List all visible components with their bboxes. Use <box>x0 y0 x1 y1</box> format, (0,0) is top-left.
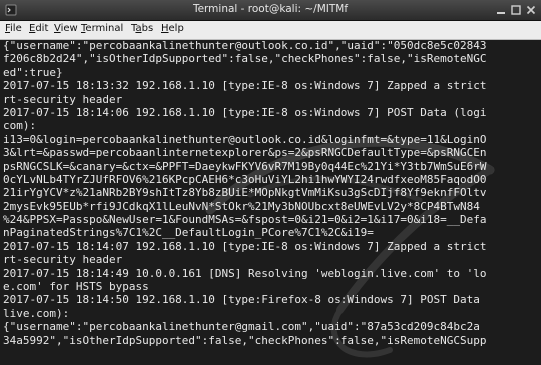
terminal-line: 21irYgYCV*z%21aNRb2BY9shItTz8Yb8zBUiE*MO… <box>3 186 487 200</box>
terminal-line: e.com' for HSTS bypass <box>3 280 149 294</box>
terminal-line: 3&lrt=&passwd=percobaanlinternetexplorer… <box>3 146 487 160</box>
terminal-line: psRNGCSLK=&canary=&ctx=&PPFT=DaeykwFKYV6… <box>3 159 487 173</box>
menu-item[interactable]: Tabs <box>131 23 153 34</box>
terminal-line: 2017-07-15 18:14:06 192.168.1.10 [type:I… <box>3 105 487 119</box>
terminal-line: ed":true} <box>3 65 63 79</box>
terminal-line: rt-security header <box>3 253 123 267</box>
terminal-line: 2017-07-15 18:14:07 192.168.1.10 [type:I… <box>3 239 487 253</box>
menu-item[interactable]: View <box>54 23 78 34</box>
terminal-line: nPaginatedStrings%7C1%2C__DefaultLogin_P… <box>3 226 374 240</box>
terminal-output[interactable]: {"username":"percobaankalinethunter@outl… <box>0 40 541 365</box>
terminal-line: %24&PPSX=Passpo&NewUser=1&FoundMSAs=&fsp… <box>3 213 487 227</box>
terminal-line: {"username":"percobaankalinethunter@gmai… <box>3 320 480 334</box>
menu-bar: File Edit View Terminal Tabs Help <box>0 21 541 40</box>
menu-item[interactable]: Help <box>161 23 184 34</box>
terminal-lines: {"username":"percobaankalinethunter@outl… <box>3 40 486 347</box>
terminal-line: f206c8b2d24","isOtherIdpSupported":false… <box>3 52 487 66</box>
close-icon[interactable] <box>525 4 537 16</box>
title-bar[interactable]: Terminal - root@kali: ~/MITMf <box>0 0 541 21</box>
terminal-line: 34a5992","isOtherIdpSupported":false,"ch… <box>3 333 487 347</box>
terminal-line: 2017-07-15 18:14:50 192.168.1.10 [type:F… <box>3 293 480 307</box>
terminal-line: com): <box>3 119 37 133</box>
terminal-line: {"username":"percobaankalinethunter@outl… <box>3 40 487 52</box>
terminal-line: 2017-07-15 18:13:32 192.168.1.10 [type:I… <box>3 79 487 93</box>
terminal-window: Terminal - root@kali: ~/MITMf File Edit Vi… <box>0 0 541 365</box>
menu-item[interactable]: Terminal <box>81 23 123 34</box>
menu-item[interactable]: File <box>5 23 22 34</box>
maximize-icon[interactable] <box>510 4 522 16</box>
menu-item[interactable]: Edit <box>29 23 48 34</box>
terminal-line: 2017-07-15 18:14:49 10.0.0.161 [DNS] Res… <box>3 266 487 280</box>
terminal-line: 2mysEvk95EUb*rfi9JCdkqX1lLeuNvN*StOkr%21… <box>3 199 480 213</box>
window-title: Terminal - root@kali: ~/MITMf <box>192 3 349 15</box>
minimize-icon[interactable] <box>495 4 507 16</box>
terminal-line: 0cYLvNLb4TYrZJUfRFOV6%216KPcpCAEH6*c3oHu… <box>3 172 487 186</box>
terminal-line: live.com): <box>3 306 70 320</box>
terminal-line: i13=0&login=percobaankalinethunter@outlo… <box>3 132 487 146</box>
terminal-line: rt-security header <box>3 92 123 106</box>
